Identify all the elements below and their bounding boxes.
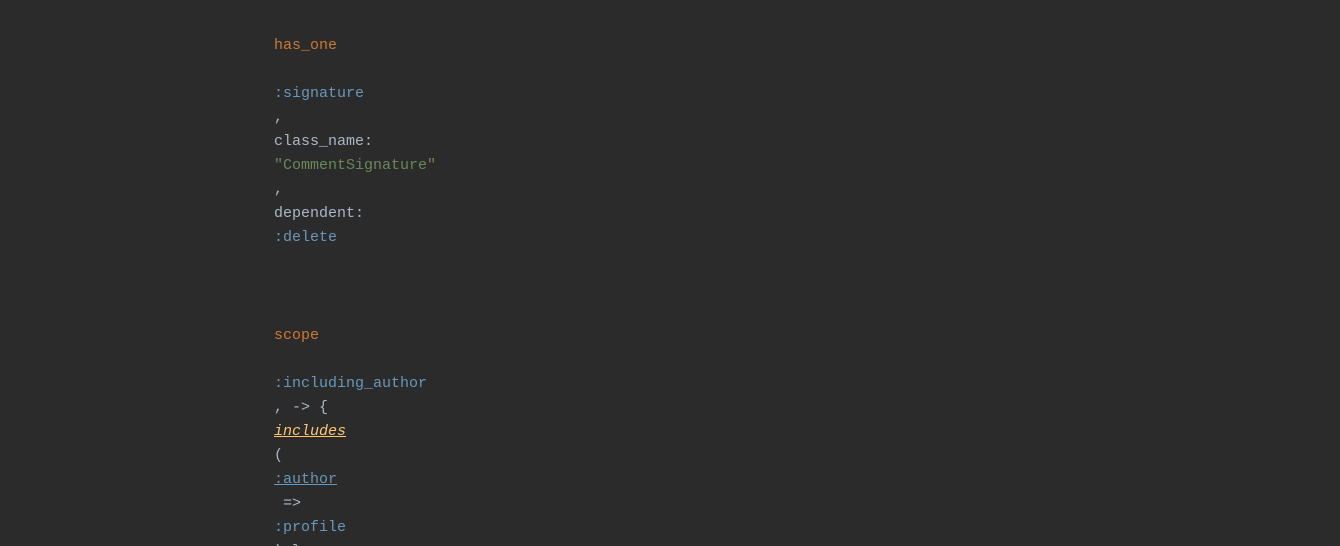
code-line-scope-including-author: scope :including_author , -> { includes … [0,300,1340,546]
symbol-profile: :profile [274,519,346,536]
keyword-scope: scope [274,327,319,344]
keyword-has-one: has_one [274,37,337,54]
code-editor: has_one :signature , class_name: "Commen… [0,0,1340,546]
code-line-blank [0,274,1340,300]
method-includes: includes [274,423,346,440]
param-dependent: dependent: [274,205,373,222]
symbol-delete: :delete [274,229,337,246]
symbol-author: :author [274,471,337,488]
string-comment-signature: "CommentSignature" [274,157,436,174]
param-class-name: class_name: [274,133,382,150]
code-line: has_one :signature , class_name: "Commen… [0,10,1340,274]
symbol-signature: :signature [274,85,364,102]
symbol-including-author: :including_author [274,375,427,392]
